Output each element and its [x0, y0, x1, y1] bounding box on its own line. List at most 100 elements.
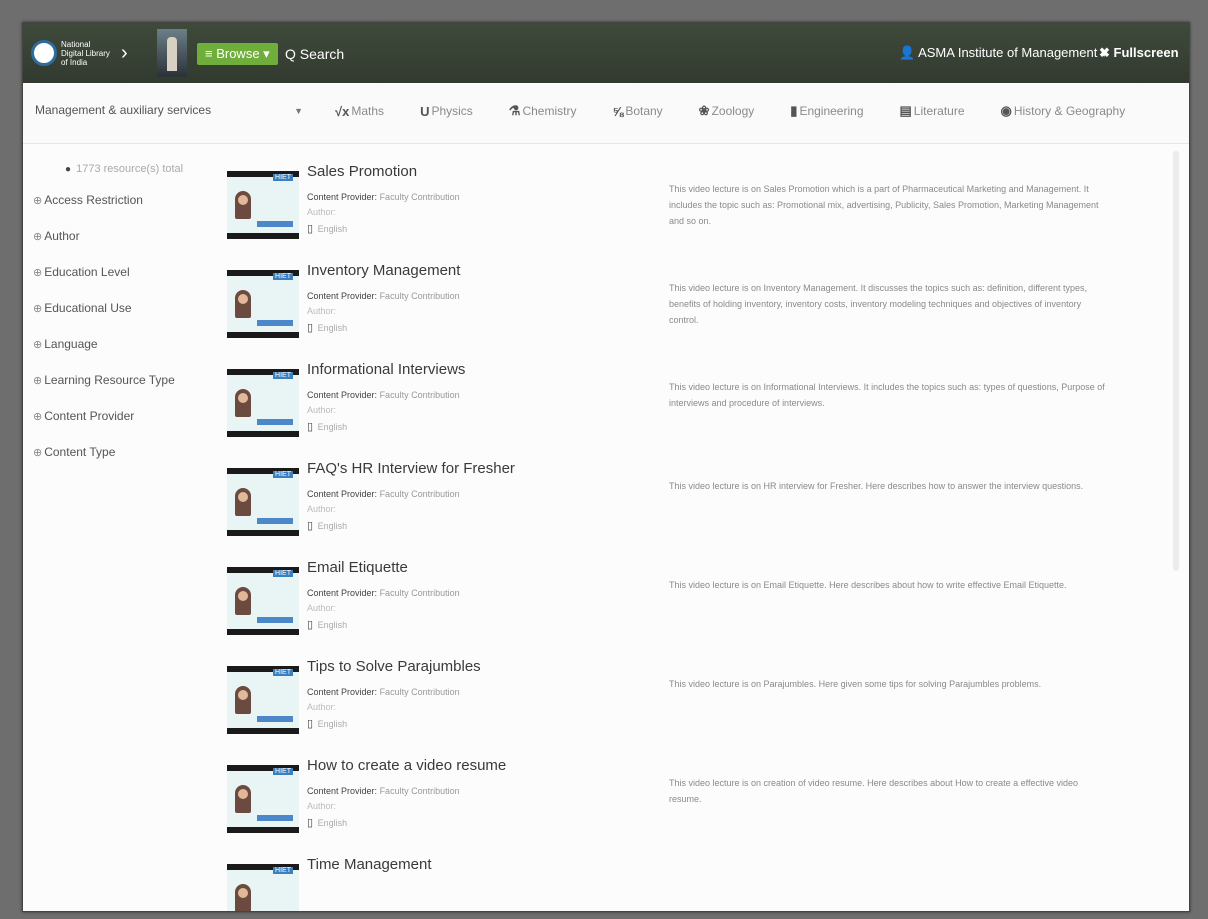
expand-icon: ⊕	[33, 410, 43, 423]
result-author: Author:	[307, 603, 337, 613]
thumbnail-logo: HIET	[273, 273, 293, 280]
facet-label: Access Restriction	[44, 193, 143, 207]
result-provider: Content Provider: Faculty Contribution	[307, 291, 460, 301]
result-item: HIET Sales Promotion Content Provider: F…	[225, 151, 1125, 250]
provider-value[interactable]: Faculty Contribution	[380, 786, 460, 796]
provider-value[interactable]: Faculty Contribution	[380, 588, 460, 598]
subject-tab-label: Chemistry	[522, 104, 577, 118]
subject-tab-botany[interactable]: ⅝ Botany	[612, 103, 662, 119]
provider-value[interactable]: Faculty Contribution	[380, 687, 460, 697]
result-title[interactable]: How to create a video resume	[307, 757, 506, 774]
subject-tab-literature[interactable]: ▤ Literature	[900, 103, 965, 119]
thumbnail-logo: HIET	[273, 669, 293, 676]
subject-tab-label: History & Geography	[1013, 104, 1126, 118]
thumbnail-stripe	[257, 617, 293, 623]
result-description: This video lecture is on HR interview fo…	[669, 481, 1084, 491]
result-author: Author:	[307, 207, 337, 217]
subject-tabs: √x Maths U Physics ⚗ Chemistry ⅝ Botany …	[335, 103, 1161, 119]
facet-label: Content Type	[44, 445, 116, 459]
result-title[interactable]: Informational Interviews	[307, 361, 465, 378]
video-thumbnail[interactable]: HIET	[227, 270, 299, 338]
result-title[interactable]: Sales Promotion	[307, 163, 417, 180]
result-item: HIET Informational Interviews Content Pr…	[225, 349, 1125, 448]
thumbnail-logo: HIET	[273, 570, 293, 577]
result-description: This video lecture is on Informational I…	[669, 382, 1105, 408]
provider-label: Content Provider:	[307, 192, 378, 202]
subject-tab-zoology[interactable]: ❀ Zoology	[699, 103, 755, 119]
presenter-face	[238, 294, 248, 304]
result-title[interactable]: Tips to Solve Parajumbles	[307, 658, 481, 675]
subject-tab-label: Maths	[351, 104, 385, 118]
logo-emblem-icon	[31, 40, 57, 66]
fullscreen-icon: ✖	[1099, 45, 1110, 60]
result-title[interactable]: Email Etiquette	[307, 559, 408, 576]
subject-tab-label: Engineering	[799, 104, 864, 118]
result-item: HIET Tips to Solve Parajumbles Content P…	[225, 646, 1125, 745]
result-author: Author:	[307, 306, 337, 316]
subject-tab-maths[interactable]: √x Maths	[335, 103, 384, 119]
result-description: This video lecture is on Email Etiquette…	[669, 580, 1067, 590]
facet-content-type[interactable]: ⊕ Content Type	[33, 445, 203, 459]
provider-label: Content Provider:	[307, 687, 378, 697]
video-thumbnail[interactable]: HIET	[227, 765, 299, 833]
result-author: Author:	[307, 702, 337, 712]
subject-select-value: Management & auxiliary services	[35, 103, 212, 117]
subject-tab-history-geography[interactable]: ◉ History & Geography	[1001, 103, 1126, 119]
video-thumbnail[interactable]: HIET	[227, 567, 299, 635]
provider-value[interactable]: Faculty Contribution	[380, 390, 460, 400]
language-value: English	[317, 224, 348, 234]
result-language: ▯ English	[307, 618, 347, 631]
video-thumbnail[interactable]: HIET	[227, 369, 299, 437]
facet-learning-resource-type[interactable]: ⊕ Learning Resource Type	[33, 373, 203, 387]
search-link[interactable]: Q Search	[285, 43, 344, 65]
provider-value[interactable]: Faculty Contribution	[380, 192, 460, 202]
provider-value[interactable]: Faculty Contribution	[380, 291, 460, 301]
provider-label: Content Provider:	[307, 786, 378, 796]
subject-tab-chemistry[interactable]: ⚗ Chemistry	[509, 103, 577, 119]
facet-label: Language	[44, 337, 98, 351]
expand-icon: ⊕	[33, 446, 43, 459]
facet-access-restriction[interactable]: ⊕ Access Restriction	[33, 193, 203, 207]
video-thumbnail[interactable]: HIET	[227, 171, 299, 239]
result-item: HIET Email Etiquette Content Provider: F…	[225, 547, 1125, 646]
botany-icon: ⅝	[612, 103, 624, 119]
result-title[interactable]: Inventory Management	[307, 262, 460, 279]
facet-language[interactable]: ⊕ Language	[33, 337, 203, 351]
thumbnail-logo: HIET	[273, 372, 293, 379]
facet-educational-use[interactable]: ⊕ Educational Use	[33, 301, 203, 315]
video-thumbnail[interactable]: HIET	[227, 666, 299, 734]
top-navigation-bar: National Digital Library of India › ≡ Br…	[23, 23, 1189, 83]
thumbnail-stripe	[257, 320, 293, 326]
facet-author[interactable]: ⊕ Author	[33, 229, 203, 243]
browse-button[interactable]: ≡ Browse ▾	[197, 43, 278, 65]
app-window: National Digital Library of India › ≡ Br…	[22, 22, 1190, 912]
resource-count-text: 1773 resource(s) total	[76, 163, 184, 175]
result-language: ▯ English	[307, 717, 347, 730]
presenter-face	[238, 591, 248, 601]
user-menu[interactable]: 👤 ASMA Institute of Management ▾	[899, 45, 1107, 61]
facet-content-provider[interactable]: ⊕ Content Provider	[33, 409, 203, 423]
result-description: This video lecture is on creation of vid…	[669, 778, 1079, 804]
fullscreen-label: Fullscreen	[1113, 45, 1179, 60]
result-description: This video lecture is on Parajumbles. He…	[669, 679, 1042, 689]
video-thumbnail[interactable]: HIET	[227, 468, 299, 536]
page-scrollbar[interactable]	[1173, 151, 1179, 571]
resource-count: ● 1773 resource(s) total	[65, 163, 203, 175]
result-title[interactable]: FAQ's HR Interview for Fresher	[307, 460, 515, 477]
video-thumbnail[interactable]: HIET	[227, 864, 299, 911]
expand-icon: ⊕	[33, 338, 43, 351]
result-description: This video lecture is on Sales Promotion…	[669, 184, 1099, 226]
fullscreen-button[interactable]: ✖ Fullscreen	[1099, 45, 1179, 61]
provider-value[interactable]: Faculty Contribution	[380, 489, 460, 499]
language-value: English	[317, 818, 348, 828]
facet-education-level[interactable]: ⊕ Education Level	[33, 265, 203, 279]
ndl-logo[interactable]: National Digital Library of India ›	[31, 35, 151, 71]
subject-select[interactable]: Management & auxiliary services ▼	[35, 103, 303, 123]
result-language: ▯ English	[307, 816, 347, 829]
subject-tab-engineering[interactable]: ▮ Engineering	[790, 103, 863, 119]
result-title[interactable]: Time Management	[307, 856, 432, 873]
maths-icon: √x	[335, 103, 350, 119]
subject-tab-physics[interactable]: U Physics	[420, 103, 473, 119]
thumbnail-logo: HIET	[273, 768, 293, 775]
facet-label: Author	[44, 229, 80, 243]
